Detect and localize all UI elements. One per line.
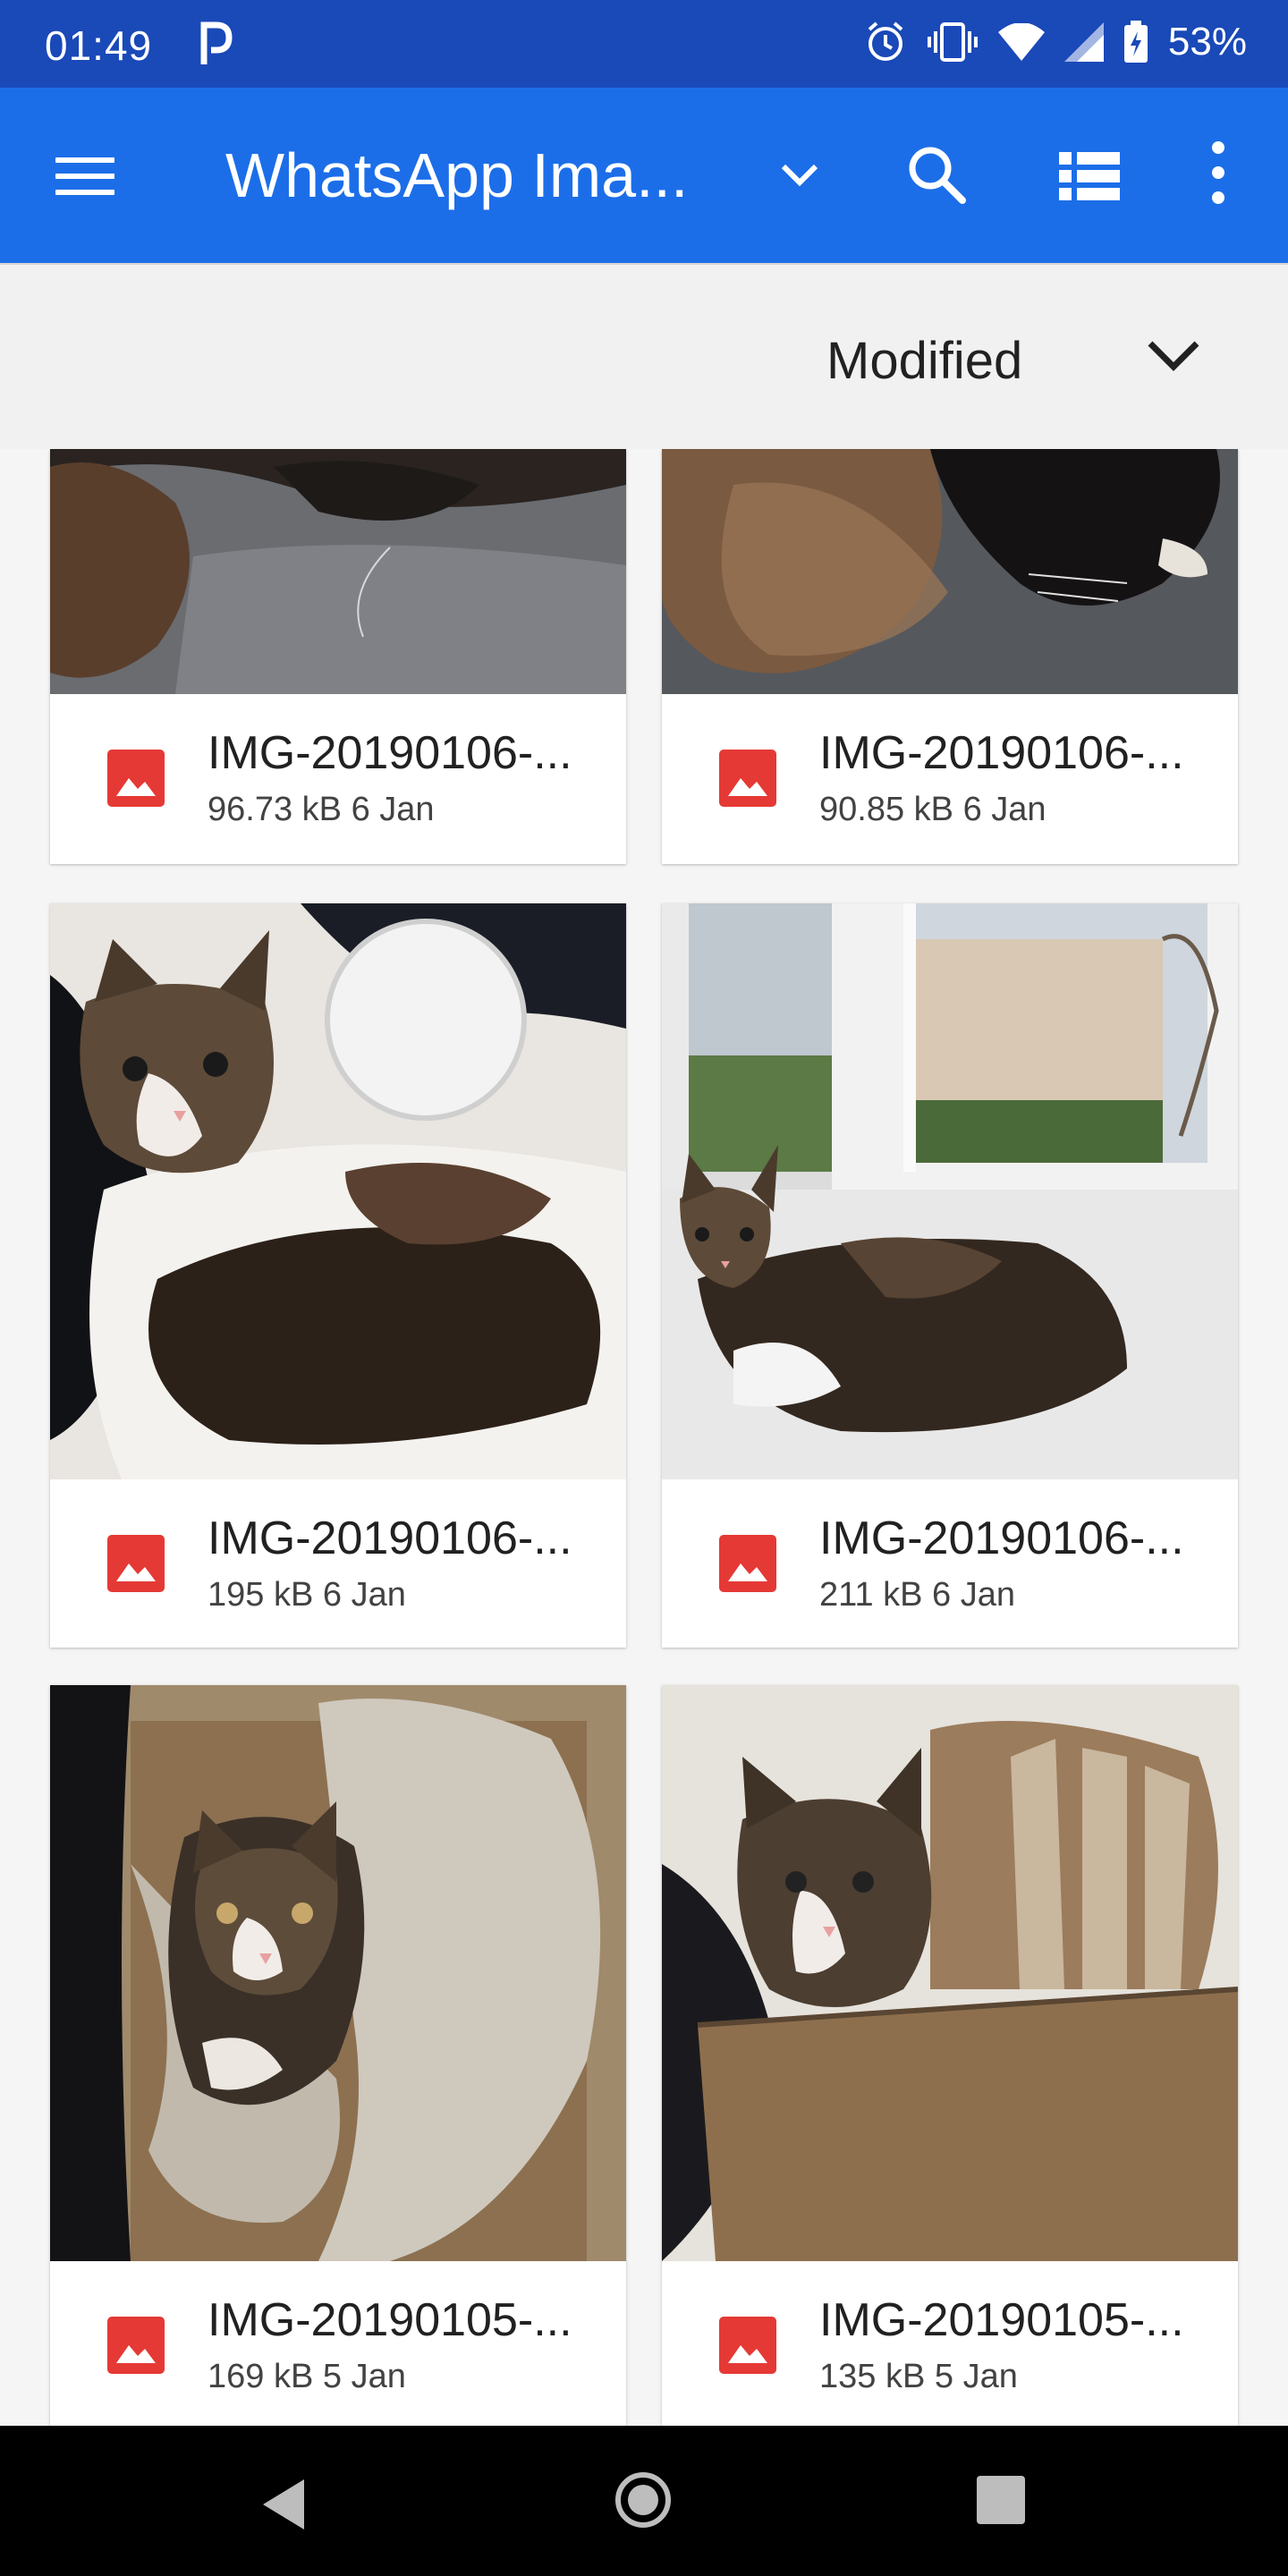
image-file-icon bbox=[719, 1535, 776, 1592]
file-info: IMG-20190106-... 96.73 kB 6 Jan bbox=[50, 694, 626, 862]
file-size: 211 kB bbox=[819, 1576, 923, 1614]
file-name: IMG-20190105-... bbox=[819, 2294, 1184, 2346]
file-name: IMG-20190105-... bbox=[208, 2294, 572, 2346]
navigation-bar bbox=[0, 2426, 1288, 2576]
file-date: 6 Jan bbox=[962, 791, 1046, 828]
file-thumbnail bbox=[662, 449, 1238, 694]
home-icon[interactable] bbox=[615, 2472, 671, 2528]
file-size: 135 kB bbox=[819, 2358, 926, 2395]
file-grid: IMG-20190106-... 96.73 kB 6 Jan IMG-2019… bbox=[0, 449, 1288, 2426]
file-thumbnail bbox=[50, 1685, 626, 2261]
file-date: 6 Jan bbox=[351, 791, 435, 828]
file-meta: 211 kB 6 Jan bbox=[819, 1576, 1015, 1614]
wifi-icon bbox=[997, 23, 1045, 61]
image-file-icon bbox=[107, 750, 165, 807]
file-card[interactable]: IMG-20190106-... 90.85 kB 6 Jan bbox=[662, 449, 1238, 864]
file-size: 90.85 kB bbox=[819, 791, 953, 828]
battery-icon bbox=[1123, 21, 1148, 63]
file-thumbnail bbox=[50, 903, 626, 1479]
file-name: IMG-20190106-... bbox=[208, 1513, 572, 1564]
file-thumbnail bbox=[662, 903, 1238, 1479]
status-time: 01:49 bbox=[45, 22, 153, 69]
file-meta: 90.85 kB 6 Jan bbox=[819, 791, 1046, 829]
app-bar: WhatsApp Ima... bbox=[0, 88, 1288, 263]
file-date: 6 Jan bbox=[322, 1576, 406, 1614]
file-meta: 169 kB 5 Jan bbox=[208, 2358, 406, 2396]
file-date: 5 Jan bbox=[322, 2358, 406, 2395]
file-meta: 135 kB 5 Jan bbox=[819, 2358, 1018, 2396]
file-info: IMG-20190105-... 169 kB 5 Jan bbox=[50, 2261, 626, 2426]
image-file-icon bbox=[719, 2317, 776, 2374]
chevron-down-icon[interactable] bbox=[1145, 336, 1202, 376]
file-info: IMG-20190106-... 195 kB 6 Jan bbox=[50, 1479, 626, 1648]
file-size: 195 kB bbox=[208, 1576, 314, 1614]
file-card[interactable]: IMG-20190106-... 195 kB 6 Jan bbox=[50, 903, 626, 1648]
recents-icon[interactable] bbox=[977, 2476, 1025, 2524]
signal-icon bbox=[1063, 22, 1104, 62]
file-name: IMG-20190106-... bbox=[819, 727, 1184, 779]
file-name: IMG-20190106-... bbox=[208, 727, 572, 779]
battery-percent: 53% bbox=[1167, 20, 1247, 64]
sort-bar[interactable]: Modified bbox=[0, 263, 1288, 451]
list-view-icon[interactable] bbox=[1059, 152, 1120, 200]
status-bar: 01:49 53% bbox=[0, 0, 1288, 88]
p-icon bbox=[200, 21, 233, 64]
file-size: 169 kB bbox=[208, 2358, 314, 2395]
file-thumbnail bbox=[50, 449, 626, 694]
file-meta: 195 kB 6 Jan bbox=[208, 1576, 406, 1614]
back-icon[interactable] bbox=[259, 2478, 308, 2531]
file-card[interactable]: IMG-20190105-... 169 kB 5 Jan bbox=[50, 1685, 626, 2426]
file-meta: 96.73 kB 6 Jan bbox=[208, 791, 435, 829]
file-date: 6 Jan bbox=[932, 1576, 1016, 1614]
folder-title[interactable]: WhatsApp Ima... bbox=[225, 140, 688, 211]
file-info: IMG-20190106-... 90.85 kB 6 Jan bbox=[662, 694, 1238, 862]
file-card[interactable]: IMG-20190106-... 211 kB 6 Jan bbox=[662, 903, 1238, 1648]
chevron-down-icon[interactable] bbox=[775, 150, 825, 200]
file-thumbnail bbox=[662, 1685, 1238, 2261]
vibrate-icon bbox=[927, 22, 978, 62]
more-vert-icon[interactable] bbox=[1208, 141, 1229, 213]
image-file-icon bbox=[107, 2317, 165, 2374]
menu-icon[interactable] bbox=[55, 157, 114, 197]
image-file-icon bbox=[107, 1535, 165, 1592]
file-card[interactable]: IMG-20190105-... 135 kB 5 Jan bbox=[662, 1685, 1238, 2426]
alarm-icon bbox=[868, 21, 903, 61]
image-file-icon bbox=[719, 750, 776, 807]
file-name: IMG-20190106-... bbox=[819, 1513, 1184, 1564]
file-date: 5 Jan bbox=[934, 2358, 1018, 2395]
file-card[interactable]: IMG-20190106-... 96.73 kB 6 Jan bbox=[50, 449, 626, 864]
file-info: IMG-20190106-... 211 kB 6 Jan bbox=[662, 1479, 1238, 1648]
file-size: 96.73 kB bbox=[208, 791, 342, 828]
file-info: IMG-20190105-... 135 kB 5 Jan bbox=[662, 2261, 1238, 2426]
search-icon[interactable] bbox=[903, 141, 971, 209]
sort-label[interactable]: Modified bbox=[826, 331, 1022, 391]
